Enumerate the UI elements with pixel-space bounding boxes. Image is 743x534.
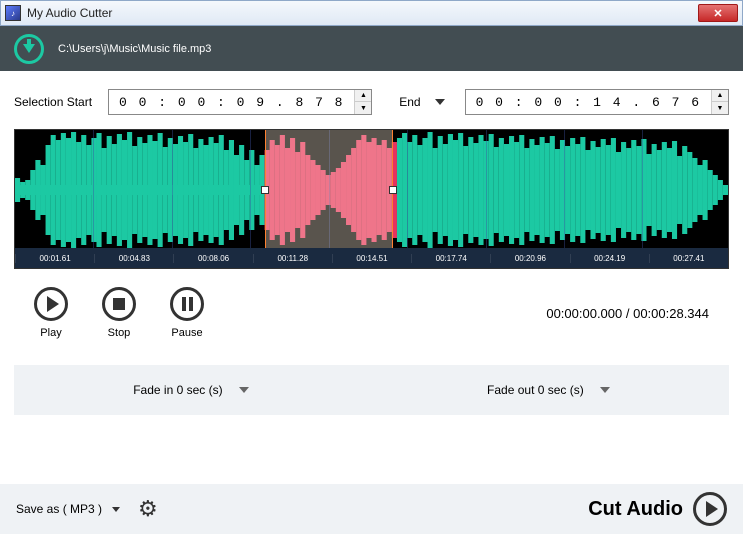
- selection-handle-start[interactable]: [261, 186, 269, 194]
- window-title: My Audio Cutter: [27, 6, 112, 20]
- time-display: 00:00:00.000 / 00:00:28.344: [546, 306, 709, 321]
- chevron-down-icon: [239, 387, 249, 393]
- selection-handle-end[interactable]: [389, 186, 397, 194]
- start-up-button[interactable]: ▲: [355, 90, 371, 102]
- tick: 00:17.74: [411, 254, 490, 263]
- save-as-label: Save as ( MP3 ): [16, 502, 102, 516]
- close-button[interactable]: ✕: [698, 4, 738, 22]
- end-down-button[interactable]: ▼: [712, 102, 728, 114]
- load-file-button[interactable]: [14, 34, 44, 64]
- close-icon: ✕: [713, 7, 722, 20]
- end-time-spinner[interactable]: 0 0 : 0 0 : 1 4 . 6 7 6 ▲ ▼: [465, 89, 729, 115]
- tick: 00:24.19: [570, 254, 649, 263]
- stop-icon: [113, 298, 125, 310]
- selection-end-label: End: [399, 95, 420, 109]
- file-path: C:\Users\j\Music\Music file.mp3: [58, 43, 211, 55]
- start-time-spinner[interactable]: 0 0 : 0 0 : 0 9 . 8 7 8 ▲ ▼: [108, 89, 372, 115]
- end-time-value: 0 0 : 0 0 : 1 4 . 6 7 6: [466, 95, 711, 110]
- tick: 00:14.51: [332, 254, 411, 263]
- selection-region[interactable]: [265, 130, 393, 250]
- play-label: Play: [40, 327, 61, 339]
- stop-label: Stop: [108, 327, 131, 339]
- end-mode-dropdown[interactable]: [435, 99, 445, 105]
- bottom-bar: Save as ( MP3 ) ⚙ Cut Audio: [0, 484, 743, 534]
- pause-label: Pause: [171, 327, 202, 339]
- pause-button[interactable]: Pause: [170, 287, 204, 339]
- stop-button[interactable]: Stop: [102, 287, 136, 339]
- fade-in-label: Fade in 0 sec (s): [133, 383, 222, 397]
- cut-audio-button[interactable]: Cut Audio: [588, 492, 727, 526]
- chevron-down-icon: [600, 387, 610, 393]
- gear-icon: ⚙: [138, 496, 158, 521]
- tick: 00:08.06: [173, 254, 252, 263]
- start-down-button[interactable]: ▼: [355, 102, 371, 114]
- app-icon: ♪: [5, 5, 21, 21]
- fade-out-dropdown[interactable]: Fade out 0 sec (s): [487, 383, 610, 397]
- end-up-button[interactable]: ▲: [712, 90, 728, 102]
- play-button[interactable]: Play: [34, 287, 68, 339]
- file-bar: C:\Users\j\Music\Music file.mp3: [0, 26, 743, 71]
- settings-button[interactable]: ⚙: [138, 496, 158, 522]
- selection-start-label: Selection Start: [14, 95, 92, 109]
- download-icon: [23, 44, 35, 53]
- cut-audio-label: Cut Audio: [588, 498, 683, 521]
- tick: 00:01.61: [15, 254, 94, 263]
- title-bar: ♪ My Audio Cutter ✕: [0, 0, 743, 26]
- waveform-display[interactable]: 00:01.61 00:04.83 00:08.06 00:11.28 00:1…: [14, 129, 729, 269]
- save-as-dropdown[interactable]: Save as ( MP3 ): [16, 502, 120, 516]
- fade-in-dropdown[interactable]: Fade in 0 sec (s): [133, 383, 248, 397]
- time-axis: 00:01.61 00:04.83 00:08.06 00:11.28 00:1…: [15, 248, 728, 268]
- start-time-value: 0 0 : 0 0 : 0 9 . 8 7 8: [109, 95, 354, 110]
- tick: 00:27.41: [649, 254, 728, 263]
- fade-out-label: Fade out 0 sec (s): [487, 383, 584, 397]
- tick: 00:04.83: [94, 254, 173, 263]
- selection-row: Selection Start 0 0 : 0 0 : 0 9 . 8 7 8 …: [14, 89, 729, 115]
- fade-options: Fade in 0 sec (s) Fade out 0 sec (s): [14, 365, 729, 415]
- pause-icon: [182, 297, 193, 311]
- play-icon: [47, 296, 59, 312]
- playback-controls: Play Stop Pause 00:00:00.000 / 00:00:28.…: [14, 287, 729, 339]
- tick: 00:11.28: [253, 254, 332, 263]
- tick: 00:20.96: [490, 254, 569, 263]
- chevron-down-icon: [112, 507, 120, 512]
- arrow-right-icon: [706, 501, 718, 517]
